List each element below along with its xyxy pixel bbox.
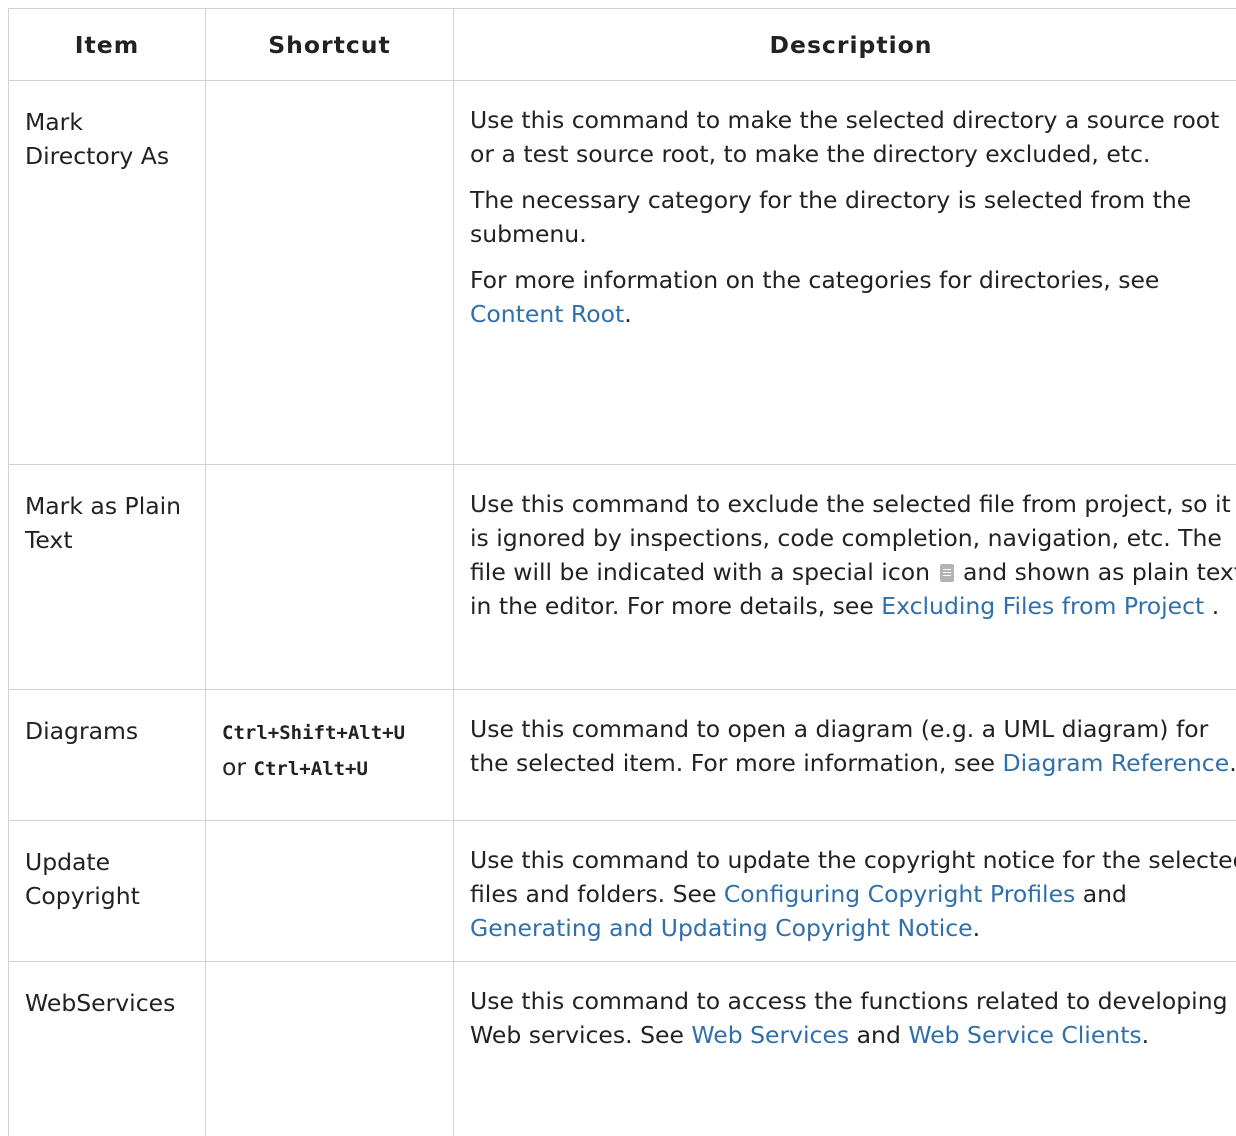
description-paragraph: Use this command to make the selected di… bbox=[470, 103, 1236, 171]
description-cell: Use this command to exclude the selected… bbox=[454, 465, 1236, 690]
description-cell: Use this command to open a diagram (e.g.… bbox=[454, 690, 1236, 821]
column-header-description: Description bbox=[454, 9, 1236, 81]
description-text: For more information on the categories f… bbox=[470, 266, 1159, 294]
column-header-item: Item bbox=[9, 9, 206, 81]
shortcut-cell bbox=[206, 821, 454, 962]
description-text: . bbox=[1204, 592, 1219, 620]
table-row: Update Copyright Use this command to upd… bbox=[9, 821, 1236, 962]
plain-text-file-icon bbox=[940, 564, 954, 582]
web-services-link[interactable]: Web Services bbox=[691, 1021, 849, 1049]
description-text: and bbox=[1075, 880, 1127, 908]
keyboard-shortcut: Ctrl+Alt+U bbox=[254, 758, 368, 780]
shortcut-cell: Ctrl+Shift+Alt+U or Ctrl+Alt+U bbox=[206, 690, 454, 821]
description-text: . bbox=[973, 914, 980, 942]
column-header-shortcut: Shortcut bbox=[206, 9, 454, 81]
description-cell: Use this command to update the copyright… bbox=[454, 821, 1236, 962]
description-paragraph: The necessary category for the directory… bbox=[470, 183, 1236, 251]
description-paragraph: Use this command to exclude the selected… bbox=[470, 487, 1236, 623]
description-paragraph: For more information on the categories f… bbox=[470, 263, 1236, 331]
description-paragraph: Use this command to access the functions… bbox=[470, 984, 1236, 1052]
description-text: . bbox=[624, 300, 631, 328]
item-cell: Update Copyright bbox=[9, 821, 206, 962]
configuring-copyright-profiles-link[interactable]: Configuring Copyright Profiles bbox=[724, 880, 1075, 908]
content-root-link[interactable]: Content Root bbox=[470, 300, 624, 328]
table-row: Diagrams Ctrl+Shift+Alt+U or Ctrl+Alt+U U… bbox=[9, 690, 1236, 821]
description-cell: Use this command to make the selected di… bbox=[454, 81, 1236, 465]
excluding-files-link[interactable]: Excluding Files from Project bbox=[881, 592, 1204, 620]
table-row: Mark as Plain Text Use this command to e… bbox=[9, 465, 1236, 690]
item-cell: Mark as Plain Text bbox=[9, 465, 206, 690]
table-row: Mark Directory As Use this command to ma… bbox=[9, 81, 1236, 465]
shortcut-separator: or bbox=[222, 753, 254, 781]
diagram-reference-link[interactable]: Diagram Reference bbox=[1002, 749, 1229, 777]
keyboard-shortcut: Ctrl+Shift+Alt+U bbox=[222, 722, 405, 744]
description-paragraph: Use this command to open a diagram (e.g.… bbox=[470, 712, 1236, 780]
description-paragraph: Use this command to update the copyright… bbox=[470, 843, 1236, 945]
shortcut-cell bbox=[206, 465, 454, 690]
menu-reference-table: Item Shortcut Description Mark Directory… bbox=[8, 8, 1236, 1136]
item-cell: Diagrams bbox=[9, 690, 206, 821]
item-cell: Mark Directory As bbox=[9, 81, 206, 465]
description-text: . bbox=[1142, 1021, 1149, 1049]
description-text: . bbox=[1229, 749, 1236, 777]
description-text: and bbox=[849, 1021, 908, 1049]
shortcut-cell bbox=[206, 81, 454, 465]
table-header-row: Item Shortcut Description bbox=[9, 9, 1236, 81]
generating-copyright-notice-link[interactable]: Generating and Updating Copyright Notice bbox=[470, 914, 973, 942]
web-service-clients-link[interactable]: Web Service Clients bbox=[908, 1021, 1141, 1049]
